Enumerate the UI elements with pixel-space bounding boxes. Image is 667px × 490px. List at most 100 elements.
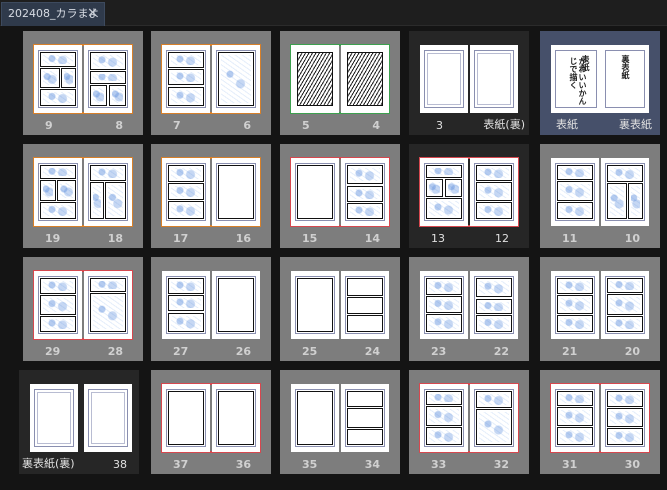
page-number-left: 13	[431, 232, 445, 245]
page-29[interactable]	[34, 271, 82, 339]
page-number-right: 36	[235, 458, 251, 471]
page-number-right: 20	[624, 345, 640, 358]
page-number-left: 25	[302, 345, 318, 358]
spread-thumbnail-21-20[interactable]: 21 20	[540, 257, 660, 361]
spread-thumbnail-19-18[interactable]: 19 18	[23, 144, 143, 248]
spread-thumbnail-25-24[interactable]: 25 24	[280, 257, 400, 361]
page-number-left: 31	[562, 458, 578, 471]
page-36[interactable]	[212, 384, 260, 452]
spread-thumbnail-back-cover-inside-38[interactable]: 裏表紙(裏) 38	[19, 370, 139, 474]
page-number-right: 裏表紙	[619, 118, 652, 131]
close-icon[interactable]: ✕	[87, 3, 98, 25]
page-5[interactable]	[291, 45, 339, 113]
page-19[interactable]	[34, 158, 82, 226]
page-26[interactable]	[212, 271, 260, 339]
spread-thumbnail-cover[interactable]: 表紙 かわいいかんじで描く 裏表紙 表紙 裏表紙	[540, 31, 660, 135]
page-back-cover-inside[interactable]	[30, 384, 78, 452]
page-22[interactable]	[470, 271, 518, 339]
page-number-right: 18	[107, 232, 123, 245]
page-6[interactable]	[212, 45, 260, 113]
page-16[interactable]	[212, 158, 260, 226]
page-number-left: 裏表紙(裏)	[22, 457, 75, 470]
page-7[interactable]	[162, 45, 210, 113]
page-number-left: 17	[173, 232, 189, 245]
page-number-right: 32	[493, 458, 509, 471]
spread-thumbnail-9-8[interactable]: 9 8	[23, 31, 143, 135]
spread-thumbnail-23-22[interactable]: 23 22	[409, 257, 529, 361]
spread-thumbnail-13-12[interactable]: 13 12	[409, 144, 529, 248]
page-9[interactable]	[34, 45, 82, 113]
page-30[interactable]	[601, 384, 649, 452]
page-number-left: 35	[302, 458, 318, 471]
spread-thumbnail-33-32[interactable]: 33 32	[409, 370, 529, 474]
page-number-left: 3	[436, 119, 443, 132]
page-4[interactable]	[341, 45, 389, 113]
page-31[interactable]	[551, 384, 599, 452]
spread-thumbnail-17-16[interactable]: 17 16	[151, 144, 271, 248]
spread-thumbnail-3-cover-back[interactable]: 3 表紙(裏)	[409, 31, 529, 135]
page-10[interactable]	[601, 158, 649, 226]
page-11[interactable]	[551, 158, 599, 226]
back-cover-title-text: 裏表紙	[621, 55, 630, 79]
page-number-left: 27	[173, 345, 189, 358]
page-number-right: 16	[235, 232, 251, 245]
spread-thumbnail-27-26[interactable]: 27 26	[151, 257, 271, 361]
page-21[interactable]	[551, 271, 599, 339]
page-27[interactable]	[162, 271, 210, 339]
page-number-left: 11	[562, 232, 578, 245]
page-13[interactable]	[420, 158, 468, 226]
document-tab[interactable]: 202408_カラまよ ✕	[1, 2, 105, 26]
spread-thumbnail-35-34[interactable]: 35 34	[280, 370, 400, 474]
page-number-right: 12	[495, 232, 509, 245]
page-15[interactable]	[291, 158, 339, 226]
page-number-right: 26	[235, 345, 251, 358]
page-number-left: 21	[562, 345, 578, 358]
page-number-right: 38	[113, 458, 127, 471]
page-number-right: 28	[107, 345, 123, 358]
page-8[interactable]	[84, 45, 132, 113]
page-number-left: 19	[45, 232, 61, 245]
page-number-right: 22	[493, 345, 509, 358]
page-12[interactable]	[470, 158, 518, 226]
page-number-right: 6	[243, 119, 251, 132]
page-17[interactable]	[162, 158, 210, 226]
page-number-right: 表紙(裏)	[483, 118, 525, 131]
page-37[interactable]	[162, 384, 210, 452]
page-front-cover[interactable]: 表紙 かわいいかんじで描く	[551, 45, 601, 113]
page-number-right: 8	[115, 119, 123, 132]
page-3[interactable]	[420, 45, 468, 113]
page-20[interactable]	[601, 271, 649, 339]
page-number-left: 7	[173, 119, 181, 132]
spread-thumbnail-29-28[interactable]: 29 28	[23, 257, 143, 361]
page-33[interactable]	[420, 384, 468, 452]
document-tab-bar: 202408_カラまよ ✕	[0, 0, 667, 26]
page-number-left: 5	[302, 119, 310, 132]
page-number-right: 30	[624, 458, 640, 471]
page-34[interactable]	[341, 384, 389, 452]
page-28[interactable]	[84, 271, 132, 339]
page-35[interactable]	[291, 384, 339, 452]
spread-thumbnail-15-14[interactable]: 15 14	[280, 144, 400, 248]
page-14[interactable]	[341, 158, 389, 226]
page-24[interactable]	[341, 271, 389, 339]
page-cover-inside[interactable]	[470, 45, 518, 113]
page-number-right: 10	[624, 232, 640, 245]
page-number-left: 23	[431, 345, 447, 358]
spread-thumbnail-5-4[interactable]: 5 4	[280, 31, 400, 135]
document-tab-title: 202408_カラまよ	[8, 7, 100, 20]
spread-thumbnail-31-30[interactable]: 31 30	[540, 370, 660, 474]
page-number-left: 9	[45, 119, 53, 132]
spread-thumbnail-7-6[interactable]: 7 6	[151, 31, 271, 135]
page-number-left: 37	[173, 458, 189, 471]
spread-thumbnail-11-10[interactable]: 11 10	[540, 144, 660, 248]
page-38[interactable]	[84, 384, 132, 452]
page-back-cover[interactable]: 裏表紙	[601, 45, 649, 113]
page-25[interactable]	[291, 271, 339, 339]
page-number-left: 33	[431, 458, 447, 471]
page-18[interactable]	[84, 158, 132, 226]
page-number-left: 15	[302, 232, 318, 245]
page-32[interactable]	[470, 384, 518, 452]
spread-thumbnail-37-36[interactable]: 37 36	[151, 370, 271, 474]
page-23[interactable]	[420, 271, 468, 339]
page-number-left: 29	[45, 345, 61, 358]
